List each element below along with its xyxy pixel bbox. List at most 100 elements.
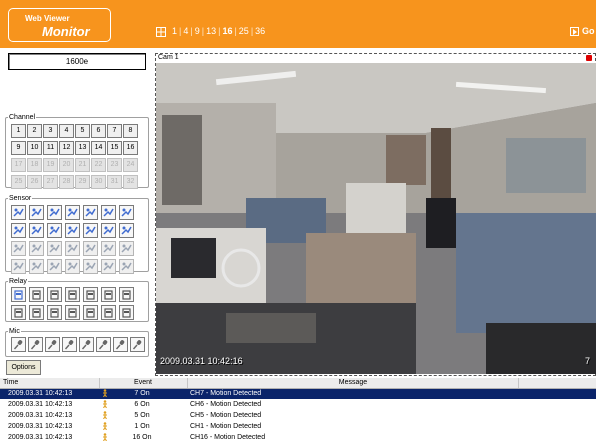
channel-12-button[interactable]: 12 [59, 141, 74, 155]
sensor-17-button[interactable] [47, 241, 62, 256]
relay-12-button[interactable] [83, 305, 98, 320]
sensor-24-button[interactable] [47, 259, 62, 274]
relay-4-button[interactable] [65, 287, 80, 302]
layout-1-button[interactable]: 1 [172, 26, 177, 36]
sensor-10-button[interactable] [47, 223, 62, 238]
channel-22-button[interactable]: 22 [91, 158, 106, 172]
relay-3-button[interactable] [47, 287, 62, 302]
relay-11-button[interactable] [65, 305, 80, 320]
channel-19-button[interactable]: 19 [43, 158, 58, 172]
sensor-4-button[interactable] [65, 205, 80, 220]
layout-13-button[interactable]: 13 [206, 26, 216, 36]
channel-7-button[interactable]: 7 [107, 124, 122, 138]
sensor-22-button[interactable] [11, 259, 26, 274]
grid-layout-icon[interactable] [156, 27, 166, 37]
channel-30-button[interactable]: 30 [91, 175, 106, 189]
sensor-28-button[interactable] [119, 259, 134, 274]
mic-8-button[interactable] [130, 337, 145, 352]
col-event[interactable]: Event [99, 378, 188, 388]
channel-14-button[interactable]: 14 [91, 141, 106, 155]
sensor-15-button[interactable] [11, 241, 26, 256]
sensor-9-button[interactable] [29, 223, 44, 238]
sensor-12-button[interactable] [83, 223, 98, 238]
mic-4-button[interactable] [62, 337, 77, 352]
mic-6-button[interactable] [96, 337, 111, 352]
event-row[interactable]: 2009.03.31 10:42:13 6 On CH6 - Motion Dete… [0, 400, 596, 410]
channel-1-button[interactable]: 1 [11, 124, 26, 138]
layout-9-button[interactable]: 9 [195, 26, 200, 36]
channel-18-button[interactable]: 18 [27, 158, 42, 172]
channel-2-button[interactable]: 2 [27, 124, 42, 138]
channel-26-button[interactable]: 26 [27, 175, 42, 189]
mic-3-button[interactable] [45, 337, 60, 352]
options-button[interactable]: Options [6, 360, 41, 375]
site-name-box[interactable]: 1600e [8, 53, 146, 70]
channel-25-button[interactable]: 25 [11, 175, 26, 189]
sensor-19-button[interactable] [83, 241, 98, 256]
sensor-21-button[interactable] [119, 241, 134, 256]
sensor-25-button[interactable] [65, 259, 80, 274]
channel-15-button[interactable]: 15 [107, 141, 122, 155]
layout-25-button[interactable]: 25 [239, 26, 249, 36]
relay-13-button[interactable] [101, 305, 116, 320]
sensor-8-button[interactable] [11, 223, 26, 238]
event-row[interactable]: 2009.03.31 10:42:13 7 On CH7 - Motion Dete… [0, 389, 596, 399]
relay-5-button[interactable] [83, 287, 98, 302]
channel-28-button[interactable]: 28 [59, 175, 74, 189]
channel-16-button[interactable]: 16 [123, 141, 138, 155]
sensor-7-button[interactable] [119, 205, 134, 220]
layout-16-button[interactable]: 16 [222, 26, 232, 36]
channel-27-button[interactable]: 27 [43, 175, 58, 189]
sensor-23-button[interactable] [29, 259, 44, 274]
col-message[interactable]: Message [188, 378, 519, 388]
channel-21-button[interactable]: 21 [75, 158, 90, 172]
mic-7-button[interactable] [113, 337, 128, 352]
layout-4-button[interactable]: 4 [183, 26, 188, 36]
channel-23-button[interactable]: 23 [107, 158, 122, 172]
channel-9-button[interactable]: 9 [11, 141, 26, 155]
sensor-11-button[interactable] [65, 223, 80, 238]
channel-24-button[interactable]: 24 [123, 158, 138, 172]
sensor-16-button[interactable] [29, 241, 44, 256]
sensor-20-button[interactable] [101, 241, 116, 256]
channel-5-button[interactable]: 5 [75, 124, 90, 138]
channel-10-button[interactable]: 10 [27, 141, 42, 155]
layout-36-button[interactable]: 36 [255, 26, 265, 36]
relay-7-button[interactable] [119, 287, 134, 302]
event-row[interactable]: 2009.03.31 10:42:13 5 On CH5 - Motion Dete… [0, 411, 596, 421]
col-time[interactable]: Time [0, 378, 100, 388]
sensor-27-button[interactable] [101, 259, 116, 274]
mic-1-button[interactable] [11, 337, 26, 352]
sensor-6-button[interactable] [101, 205, 116, 220]
sensor-14-button[interactable] [119, 223, 134, 238]
channel-32-button[interactable]: 32 [123, 175, 138, 189]
event-row[interactable]: 2009.03.31 10:42:13 16 On CH16 - Motion De… [0, 433, 596, 443]
relay-2-button[interactable] [29, 287, 44, 302]
go-button[interactable]: Go [570, 26, 595, 37]
sensor-2-button[interactable] [29, 205, 44, 220]
mic-5-button[interactable] [79, 337, 94, 352]
relay-6-button[interactable] [101, 287, 116, 302]
sensor-13-button[interactable] [101, 223, 116, 238]
relay-8-button[interactable] [11, 305, 26, 320]
relay-10-button[interactable] [47, 305, 62, 320]
channel-20-button[interactable]: 20 [59, 158, 74, 172]
channel-13-button[interactable]: 13 [75, 141, 90, 155]
channel-8-button[interactable]: 8 [123, 124, 138, 138]
channel-31-button[interactable]: 31 [107, 175, 122, 189]
channel-29-button[interactable]: 29 [75, 175, 90, 189]
sensor-26-button[interactable] [83, 259, 98, 274]
relay-1-button[interactable] [11, 287, 26, 302]
sensor-18-button[interactable] [65, 241, 80, 256]
sensor-1-button[interactable] [11, 205, 26, 220]
channel-11-button[interactable]: 11 [43, 141, 58, 155]
channel-17-button[interactable]: 17 [11, 158, 26, 172]
channel-3-button[interactable]: 3 [43, 124, 58, 138]
channel-6-button[interactable]: 6 [91, 124, 106, 138]
channel-4-button[interactable]: 4 [59, 124, 74, 138]
mic-2-button[interactable] [28, 337, 43, 352]
sensor-3-button[interactable] [47, 205, 62, 220]
event-row[interactable]: 2009.03.31 10:42:13 1 On CH1 - Motion Dete… [0, 422, 596, 432]
relay-14-button[interactable] [119, 305, 134, 320]
relay-9-button[interactable] [29, 305, 44, 320]
